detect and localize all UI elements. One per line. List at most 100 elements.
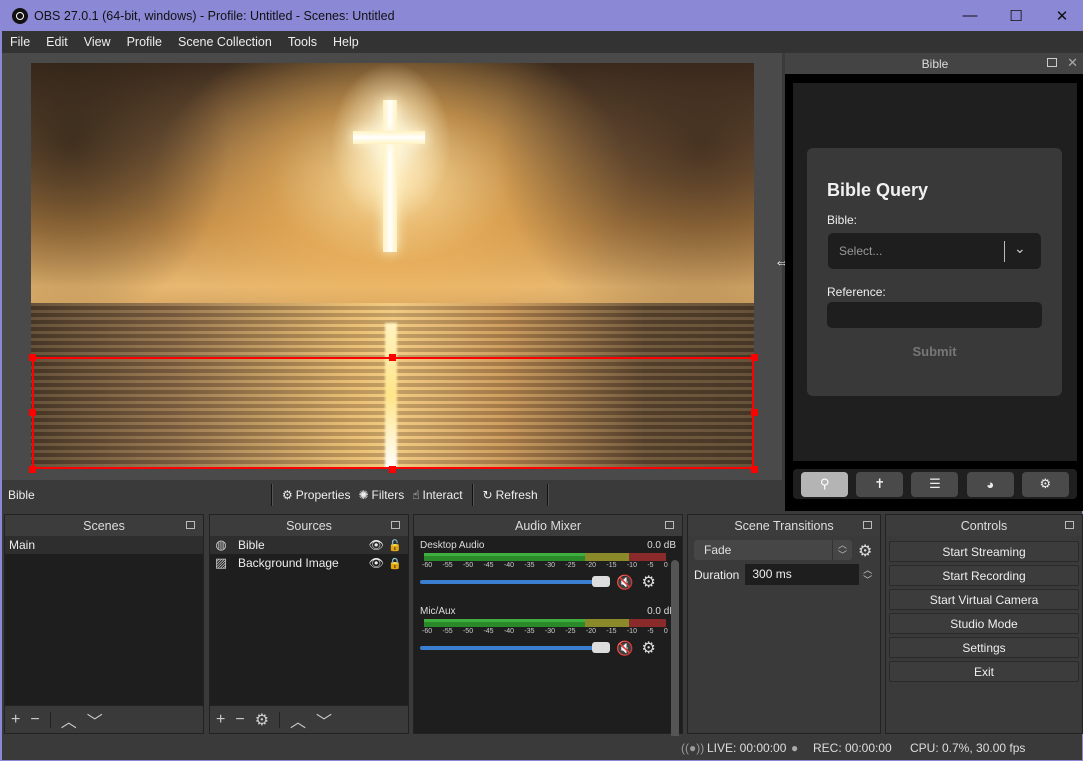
sources-title: Sources — [286, 518, 332, 533]
refresh-button[interactable]: ↻ Refresh — [483, 488, 538, 502]
reference-label: Reference: — [827, 285, 886, 299]
minimize-button[interactable]: — — [947, 0, 993, 31]
move-up-icon[interactable]: ︿ — [290, 708, 306, 732]
controls-header: Controls — [886, 515, 1082, 536]
source-selection-box[interactable] — [32, 357, 754, 469]
tab-settings[interactable]: ⚙ — [1021, 471, 1069, 497]
move-down-icon[interactable]: ﹀ — [87, 708, 103, 732]
resize-handle[interactable] — [751, 466, 758, 473]
chevron-down-icon[interactable]: ⌄ — [1014, 240, 1026, 257]
audio-mixer-header: Audio Mixer — [414, 515, 682, 536]
filters-button[interactable]: ✺ Filters — [358, 488, 404, 502]
menu-edit[interactable]: Edit — [38, 35, 76, 49]
source-item[interactable]: ▨ Background Image 👁 🔒 — [210, 554, 408, 572]
float-icon[interactable] — [186, 521, 195, 529]
gear-icon[interactable]: ⚙ — [858, 541, 872, 561]
bible-select[interactable]: Select... ⌄ — [828, 233, 1041, 269]
source-item[interactable]: ◍ Bible 👁 🔓 — [210, 536, 408, 554]
gear-icon[interactable]: ⚙ — [255, 710, 269, 730]
resize-handle[interactable] — [29, 354, 36, 361]
properties-button[interactable]: ⚙ Properties — [282, 488, 350, 502]
gear-icon[interactable]: ⚙ — [641, 572, 655, 592]
add-icon[interactable]: + — [216, 711, 225, 729]
muted-speaker-icon[interactable]: 🔇 — [616, 640, 633, 657]
tab-theme[interactable]: ◕ — [966, 471, 1014, 497]
start-recording-button[interactable]: Start Recording — [889, 565, 1079, 586]
bible-query-card: Bible Query Bible: Select... ⌄ Reference… — [807, 148, 1062, 396]
live-status: LIVE: 00:00:00 — [707, 741, 787, 755]
resize-handle[interactable] — [389, 466, 396, 473]
eye-icon[interactable]: 👁 — [369, 556, 384, 570]
divider — [546, 484, 549, 506]
tab-search[interactable]: ⚲ — [801, 471, 849, 497]
exit-button[interactable]: Exit — [889, 661, 1079, 682]
scenes-list: Main — [5, 536, 203, 706]
menu-view[interactable]: View — [76, 35, 119, 49]
sources-panel: Sources ◍ Bible 👁 🔓 ▨ Background Image 👁… — [209, 514, 409, 734]
resize-handle[interactable] — [29, 466, 36, 473]
gear-icon[interactable]: ⚙ — [641, 638, 655, 658]
bible-tab-bar: ⚲ ✝ ☰ ◕ ⚙ — [793, 469, 1077, 499]
remove-icon[interactable]: − — [235, 711, 244, 729]
float-icon[interactable] — [1065, 521, 1074, 529]
volume-slider[interactable] — [420, 576, 610, 587]
resize-handle[interactable] — [389, 354, 396, 361]
globe-icon: ◍ — [215, 537, 227, 552]
menu-tools[interactable]: Tools — [280, 35, 325, 49]
volume-slider-handle[interactable] — [592, 642, 610, 653]
scenes-panel: Scenes Main + − ︿ ﹀ — [4, 514, 204, 734]
channel-db: 0.0 dB — [647, 540, 676, 551]
menu-profile[interactable]: Profile — [119, 35, 170, 49]
resize-handle[interactable] — [751, 354, 758, 361]
volume-slider[interactable] — [420, 642, 610, 653]
divider — [471, 484, 474, 506]
status-bar: ((●)) LIVE: 00:00:00 ● REC: 00:00:00 CPU… — [2, 736, 1082, 760]
settings-button[interactable]: Settings — [889, 637, 1079, 658]
mixer-channel: Mic/Aux 0.0 dB -60 -55 -50 -45 -40 -35 -30 -25 -2… — [414, 602, 682, 662]
float-icon[interactable] — [665, 521, 674, 529]
reference-input[interactable] — [827, 302, 1042, 328]
resize-handle[interactable] — [29, 409, 36, 416]
volume-slider-handle[interactable] — [592, 576, 610, 587]
add-icon[interactable]: + — [11, 711, 20, 729]
menu-file[interactable]: File — [2, 35, 38, 49]
start-streaming-button[interactable]: Start Streaming — [889, 541, 1079, 562]
muted-speaker-icon[interactable]: 🔇 — [616, 574, 633, 591]
window-title: OBS 27.0.1 (64-bit, windows) - Profile: … — [34, 8, 395, 23]
eye-icon[interactable]: 👁 — [369, 538, 384, 552]
scenes-title: Scenes — [83, 518, 125, 533]
divider — [49, 711, 51, 728]
maximize-button[interactable]: ☐ — [993, 0, 1039, 31]
unlock-icon[interactable]: 🔓 — [388, 539, 402, 552]
interact-button[interactable]: ☝ Interact — [412, 488, 462, 502]
studio-mode-button[interactable]: Studio Mode — [889, 613, 1079, 634]
title-bar: OBS 27.0.1 (64-bit, windows) - Profile: … — [2, 0, 1083, 31]
channel-name: Mic/Aux — [420, 606, 456, 617]
mixer-scrollbar[interactable] — [671, 560, 679, 750]
scene-item[interactable]: Main — [5, 536, 203, 554]
float-icon[interactable] — [863, 521, 872, 529]
audio-mixer-title: Audio Mixer — [515, 518, 581, 533]
menu-scene-collection[interactable]: Scene Collection — [170, 35, 280, 49]
duration-input[interactable]: 300 ms — [745, 564, 860, 585]
volume-meter — [424, 619, 666, 627]
float-icon[interactable] — [1047, 58, 1057, 67]
float-icon[interactable] — [391, 521, 400, 529]
controls-panel: Controls Start Streaming Start Recording… — [885, 514, 1083, 734]
move-down-icon[interactable]: ﹀ — [316, 708, 332, 732]
tab-bible[interactable]: ✝ — [856, 471, 904, 497]
submit-button[interactable]: Submit — [807, 344, 1062, 359]
remove-icon[interactable]: − — [30, 711, 39, 729]
move-up-icon[interactable]: ︿ — [61, 708, 77, 732]
transition-select[interactable]: Fade ︿ ﹀ — [694, 540, 852, 560]
duration-spinner[interactable]: ︿ ﹀ — [861, 565, 874, 585]
tab-list[interactable]: ☰ — [911, 471, 959, 497]
start-virtual-camera-button[interactable]: Start Virtual Camera — [889, 589, 1079, 610]
lock-icon[interactable]: 🔒 — [388, 557, 402, 570]
close-icon[interactable]: ✕ — [1067, 55, 1078, 71]
menu-help[interactable]: Help — [325, 35, 367, 49]
meter-ticks: -60 -55 -50 -45 -40 -35 -30 -25 -20 -15 -10 -5 0 — [422, 628, 668, 635]
resize-handle[interactable] — [751, 409, 758, 416]
close-button[interactable]: ✕ — [1039, 0, 1083, 31]
audio-mixer-panel: Audio Mixer Desktop Audio 0.0 dB -60 -55 -5… — [413, 514, 683, 750]
